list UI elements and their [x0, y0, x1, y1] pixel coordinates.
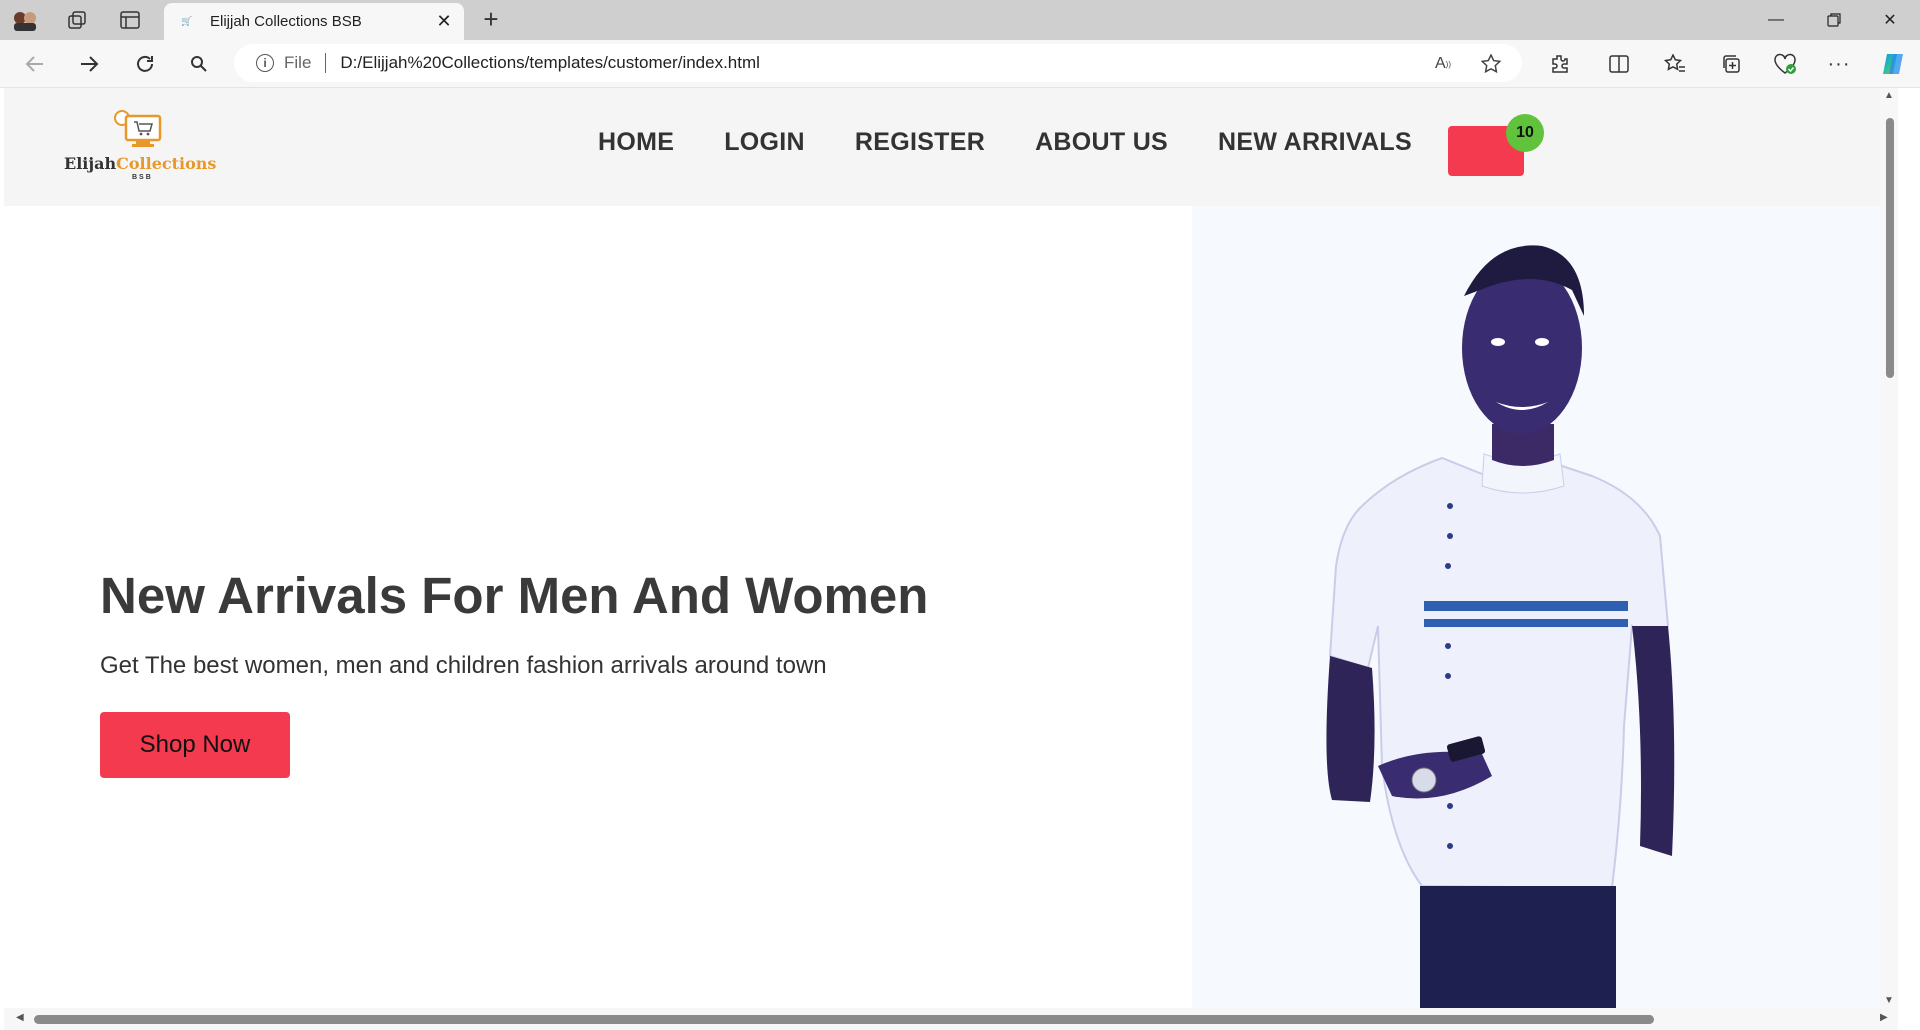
nav-register[interactable]: REGISTER — [855, 128, 985, 157]
scroll-down-icon[interactable]: ▼ — [1884, 995, 1894, 1006]
tab-title: Elijjah Collections BSB — [210, 13, 362, 30]
info-icon[interactable]: i — [256, 54, 274, 72]
back-icon[interactable] — [18, 49, 52, 79]
vertical-scrollbar[interactable]: ▲ ▼ — [1880, 88, 1898, 1008]
hero-image-panel — [1192, 206, 1898, 1008]
vertical-scroll-thumb[interactable] — [1886, 118, 1894, 378]
site-header: ElijahCollections BSB HOME LOGIN REGISTE… — [4, 88, 1898, 206]
scroll-left-icon[interactable]: ◀ — [16, 1012, 24, 1023]
url-scheme-label: File — [284, 53, 312, 72]
extensions-icon[interactable] — [1544, 50, 1574, 78]
main-nav: HOME LOGIN REGISTER ABOUT US NEW ARRIVAL… — [598, 128, 1412, 157]
page-viewport: ElijahCollections BSB HOME LOGIN REGISTE… — [4, 88, 1898, 1008]
restore-icon[interactable] — [1806, 0, 1862, 40]
close-icon[interactable]: ✕ — [434, 11, 454, 31]
shop-now-button[interactable]: Shop Now — [100, 712, 290, 778]
address-bar[interactable]: i File D:/Elijjah%20Collections/template… — [234, 44, 1522, 82]
tab-strip: 🛒 Elijjah Collections BSB ✕ + — ✕ — [0, 0, 1920, 40]
hero-model-image — [1326, 245, 1675, 1008]
profile-icon[interactable] — [10, 6, 40, 34]
more-icon[interactable]: ··· — [1824, 50, 1854, 78]
favorite-star-icon[interactable] — [1478, 53, 1504, 75]
logo-word-2: Collections — [116, 154, 217, 173]
logo-subtext: BSB — [132, 174, 153, 181]
tab-actions-icon[interactable] — [115, 6, 145, 34]
cart-count-badge: 10 — [1506, 114, 1544, 152]
search-icon[interactable] — [182, 49, 216, 79]
address-toolbar: i File D:/Elijjah%20Collections/template… — [0, 40, 1920, 88]
minimize-icon[interactable]: — — [1748, 0, 1804, 40]
url-text[interactable]: D:/Elijjah%20Collections/templates/custo… — [340, 53, 760, 73]
nav-home[interactable]: HOME — [598, 128, 674, 157]
split-screen-icon[interactable] — [1604, 50, 1634, 78]
refresh-icon[interactable] — [128, 49, 162, 79]
read-aloud-icon[interactable]: A)) — [1430, 53, 1456, 75]
horizontal-scroll-thumb[interactable] — [34, 1015, 1654, 1024]
hero-title: New Arrivals For Men And Women — [100, 567, 929, 624]
scroll-right-icon[interactable]: ▶ — [1880, 1012, 1888, 1023]
hero-text-panel: New Arrivals For Men And Women Get The b… — [4, 206, 1192, 1008]
logo-wordmark: ElijahCollections — [64, 154, 216, 173]
nav-new-arrivals[interactable]: NEW ARRIVALS — [1218, 128, 1412, 157]
hero-subtitle: Get The best women, men and children fas… — [100, 652, 827, 679]
url-divider — [325, 53, 327, 73]
logo-word-1: Elijah — [64, 154, 117, 173]
plus-icon[interactable]: + — [476, 4, 506, 34]
active-tab[interactable]: 🛒 Elijjah Collections BSB ✕ — [164, 3, 464, 40]
scroll-up-icon[interactable]: ▲ — [1884, 90, 1894, 101]
copilot-icon[interactable] — [1878, 50, 1908, 78]
favorites-icon[interactable] — [1660, 50, 1690, 78]
horizontal-scrollbar[interactable]: ◀ ▶ — [4, 1008, 1898, 1030]
forward-icon[interactable] — [72, 49, 106, 79]
site-favicon-icon: 🛒 — [181, 16, 193, 26]
window-close-icon[interactable]: ✕ — [1862, 0, 1918, 40]
browser-essentials-icon[interactable] — [1770, 50, 1800, 78]
nav-login[interactable]: LOGIN — [724, 128, 805, 157]
workspaces-icon[interactable] — [62, 6, 92, 34]
cart-logo-icon — [114, 110, 162, 147]
site-logo[interactable]: ElijahCollections BSB — [64, 110, 216, 190]
collections-icon[interactable] — [1716, 50, 1746, 78]
nav-about-us[interactable]: ABOUT US — [1035, 128, 1168, 157]
